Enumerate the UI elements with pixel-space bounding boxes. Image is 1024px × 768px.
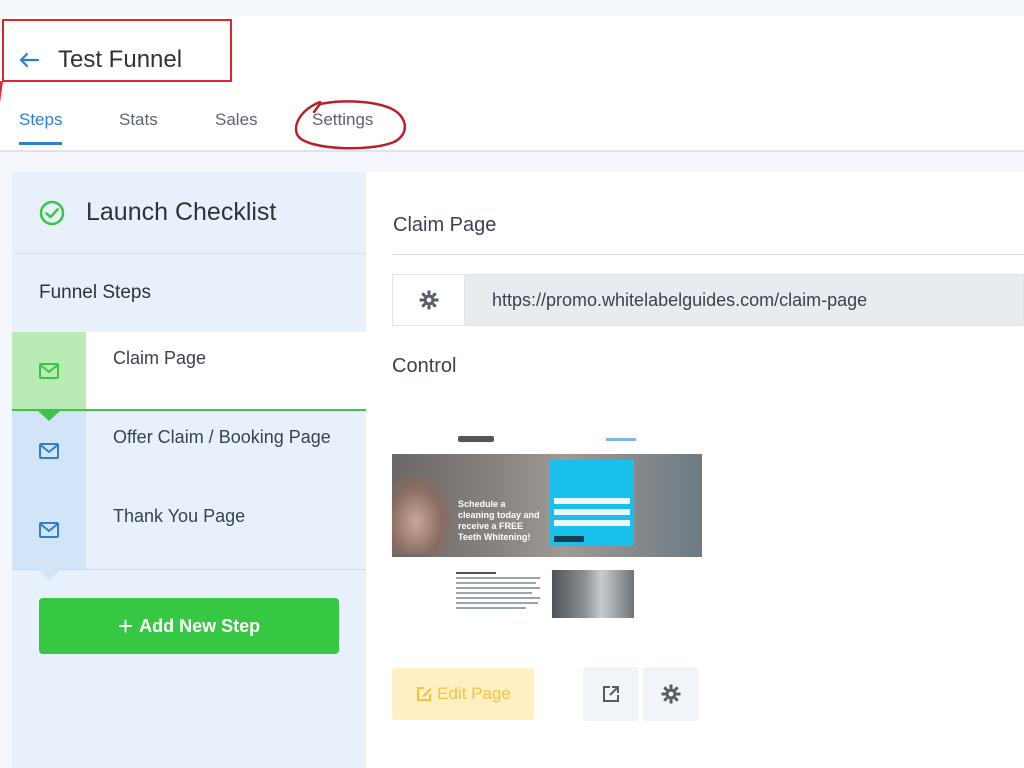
plus-icon: + [117, 611, 134, 641]
title-divider [393, 254, 1024, 255]
step-arrow [37, 569, 61, 580]
control-label: Control [392, 355, 457, 377]
annotation-circle [294, 100, 406, 150]
page-preview-thumbnail[interactable]: Schedule a cleaning today and receive a … [392, 424, 702, 624]
annotation-highlight-box [2, 19, 232, 82]
step-detail-panel: Claim Page https://promo.whitelabelguide… [366, 172, 1024, 768]
gear-icon [661, 684, 681, 704]
thumb-logo [458, 436, 494, 442]
page-url-bar: https://promo.whitelabelguides.com/claim… [392, 274, 1024, 326]
check-circle-icon [39, 200, 65, 225]
tab-stats[interactable]: Stats [119, 110, 158, 142]
thumb-form-button [554, 536, 584, 542]
open-page-button[interactable] [583, 667, 639, 721]
thumb-hero-image [392, 474, 452, 554]
tab-steps[interactable]: Steps [19, 110, 63, 145]
step-item-offer-claim[interactable]: Offer Claim / Booking Page [12, 411, 366, 501]
thumb-hero-text: Schedule a cleaning today and receive a … [458, 499, 540, 542]
launch-checklist[interactable]: Launch Checklist [12, 172, 366, 254]
thumb-top-bar [392, 424, 702, 454]
step-item-thank-you[interactable]: Thank You Page [12, 490, 366, 580]
checklist-title: Launch Checklist [86, 198, 277, 226]
thumb-field [554, 509, 630, 515]
gear-icon [419, 290, 438, 310]
thumb-form [550, 460, 634, 546]
mail-icon [39, 521, 59, 538]
funnel-steps-sidebar: Launch Checklist Funnel Steps Claim Page… [12, 172, 366, 768]
annotation-line [0, 81, 3, 110]
edit-page-label: Edit Page [437, 684, 511, 703]
mail-icon [39, 442, 59, 459]
external-link-icon [603, 686, 619, 702]
step-icon-cell [12, 411, 86, 501]
edit-page-button[interactable]: Edit Page [392, 668, 534, 720]
step-icon-cell [12, 490, 86, 580]
edit-icon [417, 687, 432, 701]
steps-divider [12, 569, 366, 570]
thumb-photo [552, 570, 634, 618]
page-settings-button[interactable] [643, 667, 699, 721]
thumb-field [554, 498, 630, 504]
funnel-steps-heading: Funnel Steps [39, 282, 151, 303]
thumb-text-block [456, 572, 540, 612]
step-label: Thank You Page [86, 490, 366, 569]
page-url[interactable]: https://promo.whitelabelguides.com/claim… [465, 275, 1023, 325]
mail-icon [39, 362, 59, 379]
step-icon-cell [12, 332, 86, 421]
thumb-hero: Schedule a cleaning today and receive a … [392, 454, 702, 557]
step-label: Offer Claim / Booking Page [86, 411, 366, 490]
thumb-field [554, 520, 630, 526]
step-arrow [37, 410, 61, 421]
url-settings-button[interactable] [393, 275, 465, 325]
step-title: Claim Page [393, 214, 497, 236]
tab-sales[interactable]: Sales [215, 110, 258, 142]
step-label: Claim Page [86, 332, 366, 409]
step-arrow [37, 490, 61, 501]
add-step-label: Add New Step [139, 615, 261, 636]
thumb-link [606, 438, 636, 441]
funnel-header: Test Funnel Steps Stats Sales Settings [0, 16, 1024, 152]
step-item-claim-page[interactable]: Claim Page [12, 332, 366, 421]
add-new-step-button[interactable]: + Add New Step [39, 598, 339, 654]
